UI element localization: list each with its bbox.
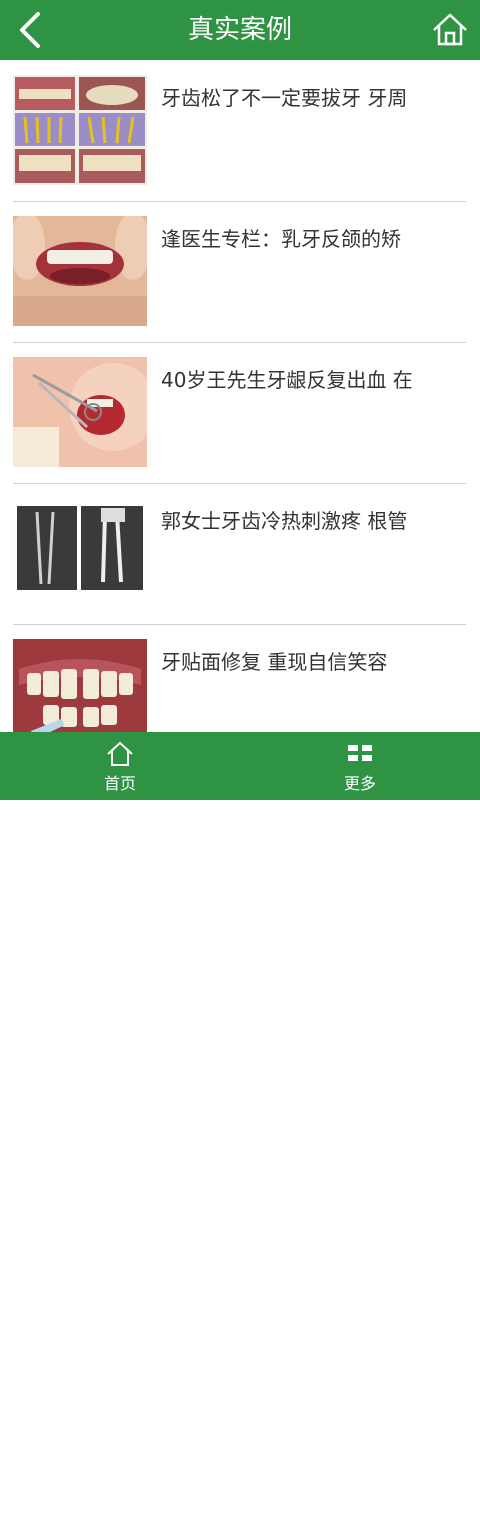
article-thumbnail (13, 75, 147, 185)
home-icon (107, 741, 133, 766)
article-title: 牙齿松了不一定要拔牙 牙周 (161, 86, 408, 110)
article-title: 逢医生专栏：乳牙反颌的矫 (161, 227, 401, 251)
case-list: 牙齿松了不一定要拔牙 牙周 逢医生专栏：乳牙反颌的矫 40岁王先生牙龈反复出血 … (0, 60, 480, 732)
home-button[interactable] (430, 10, 470, 50)
article-title: 郭女士牙齿冷热刺激疼 根管 (161, 509, 408, 533)
watermark-text: 阿侠手机站 (345, 1482, 461, 1507)
more-grid-icon (348, 745, 372, 761)
tab-more[interactable]: 更多 (300, 732, 420, 800)
tab-home[interactable]: 首页 (60, 732, 180, 800)
watermark-url: WWW.HACKHOME.COM (349, 1508, 478, 1521)
page-title: 真实案例 (187, 15, 292, 45)
article-thumbnail (13, 216, 147, 326)
list-item[interactable]: 逢医生专栏：乳牙反颌的矫 (13, 201, 466, 343)
article-thumbnail (13, 498, 147, 608)
article-title: 40岁王先生牙龈反复出血 在 (161, 368, 413, 392)
watermark-logo-icon (309, 1478, 341, 1510)
app-header: 真实案例 (0, 0, 480, 60)
home-icon (433, 13, 467, 46)
list-item[interactable]: 牙齿松了不一定要拔牙 牙周 (13, 60, 466, 202)
list-item[interactable]: 郭女士牙齿冷热刺激疼 根管 (13, 483, 466, 625)
tab-home-label: 首页 (103, 774, 136, 793)
bottom-tab-bar: 首页 更多 阿侠手机站 WWW.HACKHOME.COM (0, 732, 480, 1521)
list-item[interactable]: 40岁王先生牙龈反复出血 在 (13, 342, 466, 484)
article-thumbnail (13, 357, 147, 467)
list-item[interactable]: 牙贴面修复 重现自信笑容 (13, 624, 466, 732)
site-watermark: 阿侠手机站 WWW.HACKHOME.COM (305, 1470, 478, 1530)
article-title: 牙贴面修复 重现自信笑容 (161, 650, 388, 674)
article-thumbnail (13, 639, 147, 732)
tab-more-label: 更多 (343, 774, 376, 793)
